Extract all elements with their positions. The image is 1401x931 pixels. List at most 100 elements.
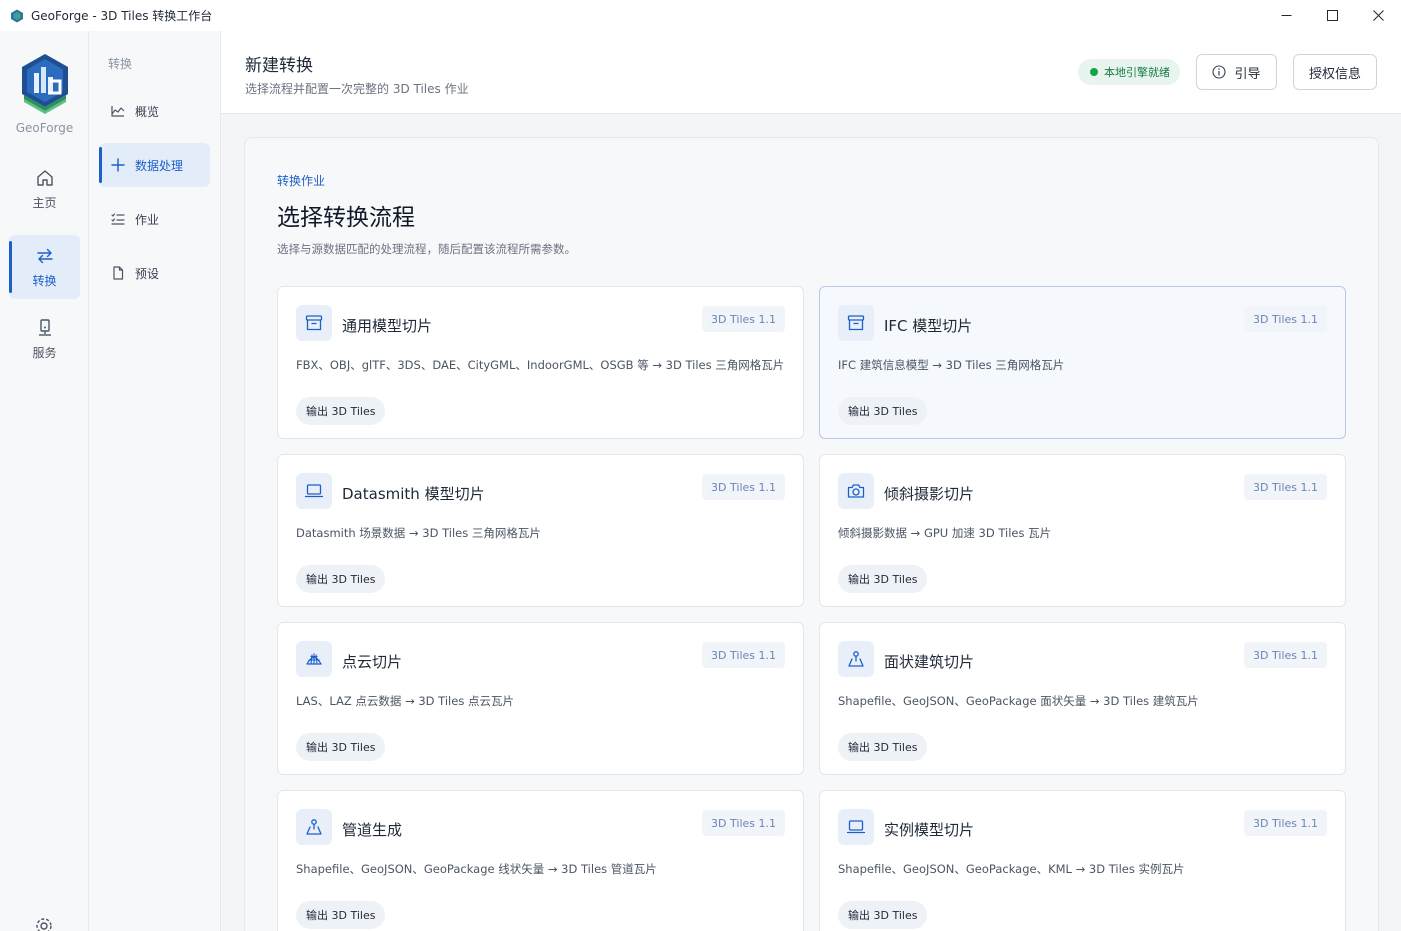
plus-icon: [111, 158, 125, 172]
card-title: 实例模型切片: [884, 821, 975, 839]
maximize-button[interactable]: [1309, 0, 1355, 31]
map-pin-icon: [848, 651, 864, 667]
workflow-panel: 转换作业 选择转换流程 选择与源数据匹配的处理流程，随后配置该流程所需参数。 通…: [244, 137, 1379, 931]
engine-status-text: 本地引擎就绪: [1104, 66, 1170, 79]
guide-button[interactable]: 引导: [1196, 54, 1277, 90]
card-icon-wrap: [838, 641, 874, 677]
subnav-item-overview[interactable]: 概览: [99, 89, 210, 133]
version-badge: 3D Tiles 1.1: [1244, 306, 1327, 332]
panel-eyebrow: 转换作业: [277, 174, 326, 188]
secondary-nav: 转换 概览 数据处理 作业 预设: [89, 31, 221, 931]
maximize-icon: [1326, 10, 1338, 21]
card-title: IFC 模型切片: [884, 317, 973, 335]
server-icon: [38, 318, 51, 336]
minimize-icon: [1281, 15, 1291, 16]
app-logo-icon: [11, 9, 23, 22]
page-title: 新建转换: [245, 56, 313, 76]
convert-icon: [36, 248, 53, 263]
workflow-card-generic-model[interactable]: 通用模型切片 3D Tiles 1.1 FBX、OBJ、glTF、3DS、DAE…: [277, 286, 804, 439]
output-chip: 输出 3D Tiles: [838, 901, 928, 929]
version-badge: 3D Tiles 1.1: [1244, 642, 1327, 668]
panel-subtitle: 选择与源数据匹配的处理流程，随后配置该流程所需参数。: [277, 242, 576, 256]
output-chip: 输出 3D Tiles: [296, 397, 386, 425]
card-title: 管道生成: [342, 821, 403, 839]
rail-item-home[interactable]: 主页: [9, 157, 80, 221]
page-header: 新建转换 选择流程并配置一次完整的 3D Tiles 作业 本地引擎就绪 引导 …: [221, 31, 1401, 114]
license-info-button[interactable]: 授权信息: [1293, 54, 1377, 90]
card-icon-wrap: [296, 809, 332, 845]
subnav-item-jobs[interactable]: 作业: [99, 197, 210, 241]
subnav-item-presets[interactable]: 预设: [99, 251, 210, 295]
rail-item-label: 服务: [32, 345, 57, 360]
card-title: 点云切片: [342, 653, 403, 671]
card-icon-wrap: [838, 305, 874, 341]
subnav-item-data-processing[interactable]: 数据处理: [99, 143, 210, 187]
card-description: Shapefile、GeoJSON、GeoPackage 线状矢量 → 3D T…: [296, 862, 657, 876]
card-description: 倾斜摄影数据 → GPU 加速 3D Tiles 瓦片: [838, 526, 1052, 540]
window-controls: [1263, 0, 1401, 31]
card-icon-wrap: [838, 809, 874, 845]
card-title: 面状建筑切片: [884, 653, 975, 671]
card-description: FBX、OBJ、glTF、3DS、DAE、CityGML、IndoorGML、O…: [296, 358, 785, 372]
rail-item-service[interactable]: 服务: [9, 307, 80, 371]
guide-button-label: 引导: [1234, 66, 1261, 82]
workflow-card-datasmith[interactable]: Datasmith 模型切片 3D Tiles 1.1 Datasmith 场景…: [277, 454, 804, 607]
map-pin-icon: [306, 819, 322, 835]
card-icon-wrap: [296, 473, 332, 509]
rail-item-convert[interactable]: 转换: [9, 235, 80, 299]
rail-item-label: 转换: [32, 273, 57, 288]
workflow-card-oblique-photo[interactable]: 倾斜摄影切片 3D Tiles 1.1 倾斜摄影数据 → GPU 加速 3D T…: [819, 454, 1346, 607]
brand-name: GeoForge: [15, 121, 74, 135]
workflow-card-instance-model[interactable]: 实例模型切片 3D Tiles 1.1 Shapefile、GeoJSON、Ge…: [819, 790, 1346, 931]
subnav-section-title: 转换: [108, 57, 133, 71]
laptop-icon: [846, 820, 866, 834]
panel-title: 选择转换流程: [277, 205, 415, 231]
license-button-label: 授权信息: [1308, 66, 1361, 82]
file-icon: [113, 266, 124, 280]
version-badge: 3D Tiles 1.1: [702, 810, 785, 836]
archive-box-icon: [847, 315, 865, 331]
geoforge-logo: [22, 54, 68, 114]
card-description: Shapefile、GeoJSON、GeoPackage、KML → 3D Ti…: [838, 862, 1185, 876]
card-title: Datasmith 模型切片: [342, 485, 485, 503]
output-chip: 输出 3D Tiles: [296, 901, 386, 929]
close-button[interactable]: [1355, 0, 1401, 31]
workflow-card-point-cloud[interactable]: 点云切片 3D Tiles 1.1 LAS、LAZ 点云数据 → 3D Tile…: [277, 622, 804, 775]
output-chip: 输出 3D Tiles: [838, 397, 928, 425]
grid-globe-icon: [306, 653, 322, 665]
output-chip: 输出 3D Tiles: [296, 733, 386, 761]
settings-gear-icon[interactable]: [34, 916, 54, 931]
card-description: IFC 建筑信息模型 → 3D Tiles 三角网格瓦片: [838, 358, 1065, 372]
main-content[interactable]: 转换作业 选择转换流程 选择与源数据匹配的处理流程，随后配置该流程所需参数。 通…: [221, 114, 1401, 931]
status-dot-icon: [1090, 68, 1098, 76]
version-badge: 3D Tiles 1.1: [702, 474, 785, 500]
output-chip: 输出 3D Tiles: [296, 565, 386, 593]
version-badge: 3D Tiles 1.1: [1244, 810, 1327, 836]
laptop-icon: [304, 484, 324, 498]
version-badge: 3D Tiles 1.1: [1244, 474, 1327, 500]
subnav-item-label: 概览: [135, 104, 160, 119]
primary-nav-rail: GeoForge 主页 转换 服务: [0, 31, 89, 931]
card-icon-wrap: [838, 473, 874, 509]
subnav-item-label: 作业: [135, 212, 160, 227]
workflow-card-pipeline[interactable]: 管道生成 3D Tiles 1.1 Shapefile、GeoJSON、GeoP…: [277, 790, 804, 931]
card-title: 倾斜摄影切片: [884, 485, 975, 503]
card-icon-wrap: [296, 641, 332, 677]
info-icon: [1212, 65, 1227, 79]
list-icon: [111, 213, 125, 225]
workflow-card-building-footprint[interactable]: 面状建筑切片 3D Tiles 1.1 Shapefile、GeoJSON、Ge…: [819, 622, 1346, 775]
window-title: GeoForge - 3D Tiles 转换工作台: [31, 9, 213, 23]
version-badge: 3D Tiles 1.1: [702, 306, 785, 332]
camera-icon: [847, 484, 865, 498]
card-description: LAS、LAZ 点云数据 → 3D Tiles 点云瓦片: [296, 694, 514, 708]
subnav-item-label: 预设: [135, 266, 160, 281]
chart-icon: [111, 106, 125, 117]
workflow-card-ifc-model[interactable]: IFC 模型切片 3D Tiles 1.1 IFC 建筑信息模型 → 3D Ti…: [819, 286, 1346, 439]
close-icon: [1372, 10, 1384, 21]
card-description: Datasmith 场景数据 → 3D Tiles 三角网格瓦片: [296, 526, 541, 540]
card-description: Shapefile、GeoJSON、GeoPackage 面状矢量 → 3D T…: [838, 694, 1199, 708]
card-icon-wrap: [296, 305, 332, 341]
engine-status-badge: 本地引擎就绪: [1078, 59, 1180, 85]
page-subtitle: 选择流程并配置一次完整的 3D Tiles 作业: [245, 82, 469, 96]
minimize-button[interactable]: [1263, 0, 1309, 31]
